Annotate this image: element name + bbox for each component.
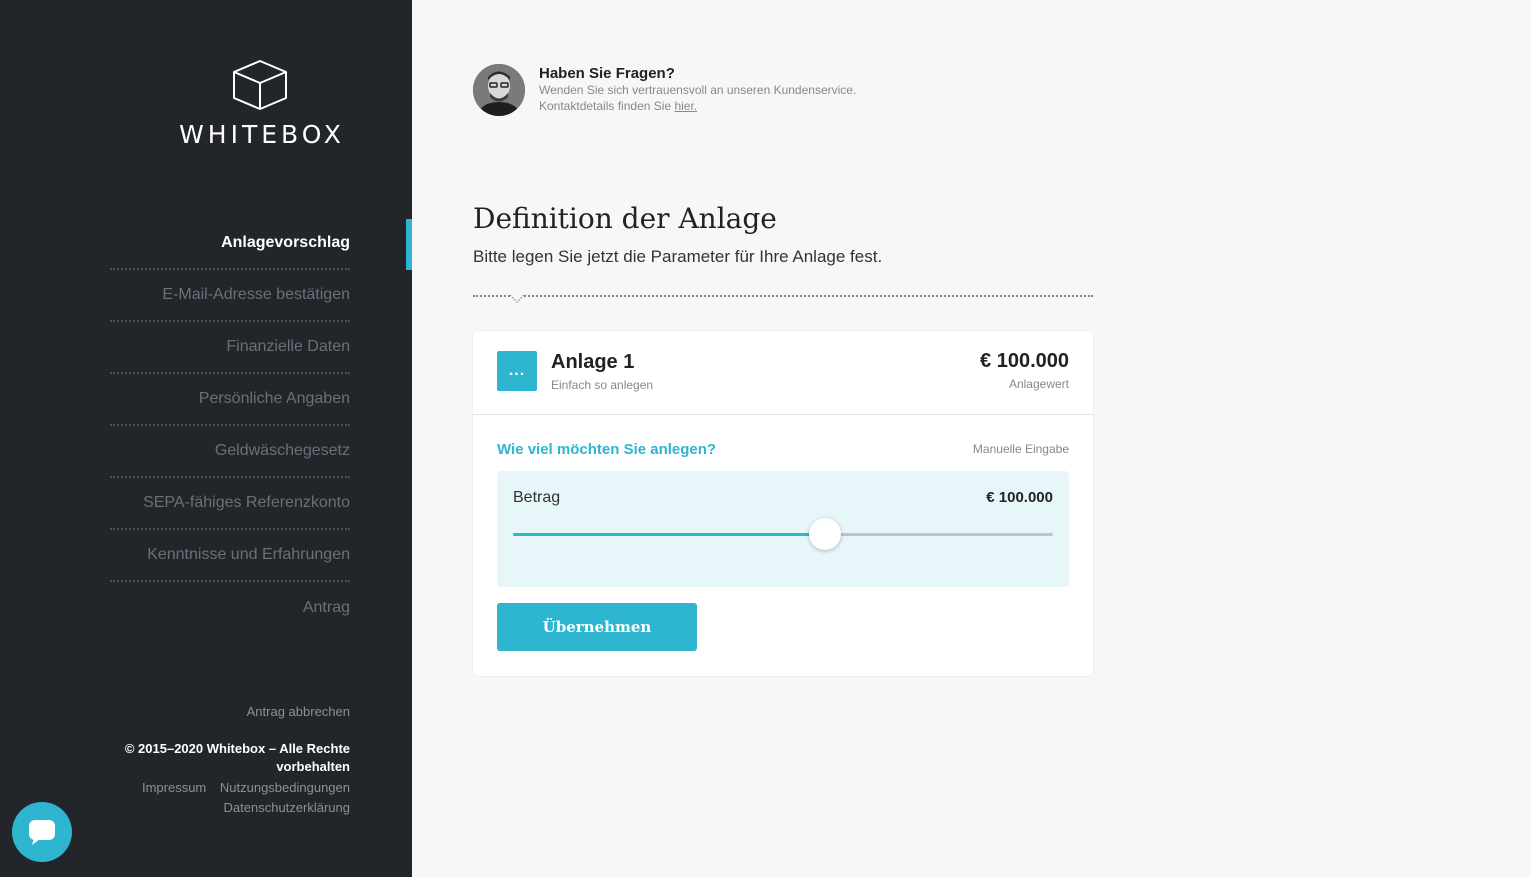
nav-item-knowledge[interactable]: Kenntnisse und Erfahrungen xyxy=(110,530,350,582)
privacy-link[interactable]: Datenschutzerklärung xyxy=(224,800,350,815)
help-text: Haben Sie Fragen? Wenden Sie sich vertra… xyxy=(539,64,856,116)
help-box: Haben Sie Fragen? Wenden Sie sich vertra… xyxy=(473,64,856,116)
whitebox-logo[interactable]: WHITEBOX xyxy=(170,58,350,149)
help-line-2-text: Kontaktdetails finden Sie xyxy=(539,99,672,113)
help-line-1: Wenden Sie sich vertrauensvoll an unsere… xyxy=(539,83,857,97)
nav-item-anlagevorschlag[interactable]: Anlagevorschlag xyxy=(110,218,350,270)
divider-notch-icon xyxy=(510,294,524,303)
investment-subtitle: Einfach so anlegen xyxy=(551,378,654,392)
footer-links: Impressum Nutzungsbedingungen Datenschut… xyxy=(110,778,350,818)
card-header: ... Anlage 1 Einfach so anlegen € 100.00… xyxy=(473,331,1093,415)
nav-item-application[interactable]: Antrag xyxy=(110,582,350,634)
active-step-indicator xyxy=(406,219,412,270)
more-options-icon[interactable]: ... xyxy=(497,351,537,391)
amount-slider-panel: Betrag € 100.000 xyxy=(497,471,1069,587)
investment-amount-label: Anlagewert xyxy=(1008,377,1069,391)
apply-button[interactable]: Übernehmen xyxy=(497,603,697,651)
chat-button[interactable] xyxy=(12,802,72,862)
help-title: Haben Sie Fragen? xyxy=(539,65,675,82)
page-subtitle: Bitte legen Sie jetzt die Parameter für … xyxy=(473,247,883,266)
copyright: © 2015–2020 Whitebox – Alle Rechte vorbe… xyxy=(110,740,350,776)
cube-logo-icon xyxy=(233,60,287,110)
terms-link[interactable]: Nutzungsbedingungen xyxy=(220,780,350,795)
amount-label: Betrag xyxy=(513,489,561,506)
sidebar: WHITEBOX Anlagevorschlag E-Mail-Adresse … xyxy=(0,0,412,877)
nav-item-sepa-account[interactable]: SEPA-fähiges Referenzkonto xyxy=(110,478,350,530)
amount-slider-track[interactable] xyxy=(513,518,1053,550)
contact-link[interactable]: hier. xyxy=(674,99,697,113)
nav-item-personal-data[interactable]: Persönliche Angaben xyxy=(110,374,350,426)
amount-slider-fill xyxy=(513,533,825,536)
investment-amount: € 100.000 xyxy=(980,350,1069,372)
help-line-2: Kontaktdetails finden Sie hier. xyxy=(539,98,856,114)
investment-name: Anlage 1 xyxy=(551,351,635,373)
cancel-application-link[interactable]: Antrag abbrechen xyxy=(110,704,350,719)
chat-bubble-icon xyxy=(29,820,55,845)
amount-slider-thumb[interactable] xyxy=(809,518,841,550)
nav-item-email-confirm[interactable]: E-Mail-Adresse bestätigen xyxy=(110,270,350,322)
nav-item-money-laundering[interactable]: Geldwäschegesetz xyxy=(110,426,350,478)
impressum-link[interactable]: Impressum xyxy=(142,780,206,795)
investment-card: ... Anlage 1 Einfach so anlegen € 100.00… xyxy=(473,331,1093,676)
copyright-line-2: vorbehalten xyxy=(276,759,350,774)
nav-item-financial-data[interactable]: Finanzielle Daten xyxy=(110,322,350,374)
amount-question: Wie viel möchten Sie anlegen? xyxy=(497,441,717,458)
step-navigation: Anlagevorschlag E-Mail-Adresse bestätige… xyxy=(110,218,350,634)
brand-name: WHITEBOX xyxy=(179,120,345,149)
manual-entry-link[interactable]: Manuelle Eingabe xyxy=(973,442,1069,456)
page-title: Definition der Anlage xyxy=(473,202,777,235)
amount-value: € 100.000 xyxy=(986,489,1053,506)
section-divider xyxy=(473,295,1093,297)
copyright-line-1: © 2015–2020 Whitebox – Alle Rechte xyxy=(124,741,350,756)
support-avatar xyxy=(473,64,525,116)
